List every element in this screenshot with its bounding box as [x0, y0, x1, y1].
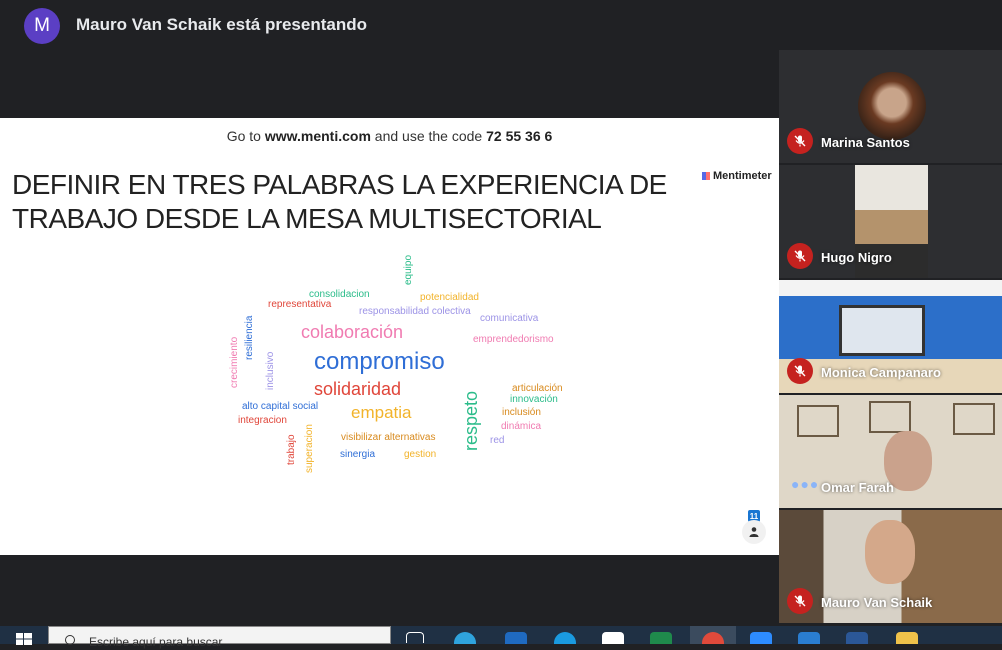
word-cloud-word: potencialidad — [420, 292, 479, 303]
windows-start-icon[interactable] — [16, 632, 32, 645]
word-cloud-word: empatia — [351, 403, 412, 422]
word-cloud-word: sinergia — [340, 449, 376, 460]
word-cloud-word: colaboración — [301, 322, 404, 342]
person-icon — [742, 520, 766, 544]
store-icon[interactable] — [505, 632, 527, 644]
word-cloud-word: representativa — [268, 299, 332, 310]
word-cloud-word: equipo — [403, 254, 414, 285]
word-cloud-word: resiliencia — [244, 315, 255, 360]
mic-off-icon — [787, 358, 813, 384]
word-cloud-word: solidaridad — [314, 379, 402, 399]
participant-tile-hugo-nigro[interactable]: Hugo Nigro — [779, 165, 1002, 278]
speaking-indicator-icon: ●●● — [791, 476, 820, 492]
presenter-avatar[interactable]: M — [24, 8, 60, 44]
word-cloud-word: articulación — [512, 383, 563, 394]
presenting-banner: M Mauro Van Schaik está presentando — [0, 0, 1002, 50]
windows-taskbar: Escribe aquí para buscar — [0, 626, 1002, 649]
wall-frame — [869, 401, 911, 433]
dropbox-icon[interactable] — [602, 632, 624, 644]
mic-off-icon — [787, 588, 813, 614]
wall-frame — [953, 403, 995, 435]
zoom-icon[interactable] — [750, 632, 772, 644]
taskbar-search-box[interactable]: Escribe aquí para buscar — [48, 626, 391, 649]
menti-url: www.menti.com — [264, 128, 371, 144]
participant-tile-omar-farah[interactable]: ●●● Omar Farah — [779, 395, 1002, 508]
word-cloud-word: gestion — [404, 449, 437, 460]
edge-icon[interactable] — [454, 632, 476, 644]
skype-icon[interactable] — [554, 632, 576, 644]
photos-icon[interactable] — [798, 632, 820, 644]
participant-tile-mauro-van-schaik[interactable]: Mauro Van Schaik — [779, 510, 1002, 623]
participant-video — [865, 520, 915, 584]
word-cloud-word: red — [490, 435, 505, 446]
task-view-icon[interactable] — [406, 632, 424, 643]
presenting-label: Mauro Van Schaik está presentando — [76, 15, 367, 34]
participant-avatar — [858, 72, 926, 140]
word-cloud-word: comunicativa — [480, 313, 539, 324]
word-cloud-word: integracion — [238, 415, 287, 426]
word-cloud-word: respeto — [461, 390, 481, 451]
participant-panel: Marina Santos Hugo Nigro Monica Campanar… — [779, 50, 1002, 626]
wall-frame — [797, 405, 839, 437]
participant-name: Monica Campanaro — [821, 365, 941, 380]
word-cloud-word: visibilizar alternativas — [341, 432, 436, 443]
word-cloud-word: innovación — [510, 394, 558, 405]
mentimeter-logo: Mentimeter — [702, 170, 772, 182]
word-cloud-word: dinámica — [501, 421, 542, 432]
presentation-slide: Go to www.menti.com and use the code 72 … — [0, 118, 779, 555]
brand-name: Mentimeter — [713, 170, 772, 182]
word-cloud-word: superacion — [304, 424, 315, 473]
mic-off-icon — [787, 243, 813, 269]
word-cloud-word: alto capital social — [242, 401, 319, 412]
word-icon[interactable] — [846, 632, 868, 644]
participant-tile-marina-santos[interactable]: Marina Santos — [779, 50, 1002, 163]
word-cloud-word: crecimiento — [229, 336, 240, 388]
question-title: DEFINIR EN TRES PALABRAS LA EXPERIENCIA … — [12, 169, 667, 234]
file-explorer-icon[interactable] — [896, 632, 918, 644]
word-cloud-word: inclusión — [502, 407, 541, 418]
participant-name: Marina Santos — [821, 135, 910, 150]
instruction-pre: Go to — [226, 128, 261, 144]
mic-off-icon — [787, 128, 813, 154]
search-placeholder: Escribe aquí para buscar — [89, 635, 223, 649]
participant-video — [839, 305, 925, 356]
word-cloud-word: compromiso — [314, 348, 445, 375]
join-instructions: Go to www.menti.com and use the code 72 … — [0, 128, 779, 144]
instruction-mid: and use the code — [374, 128, 483, 144]
mentimeter-icon — [702, 172, 710, 180]
participant-name: Hugo Nigro — [821, 250, 892, 265]
word-cloud-word: responsabilidad colectiva — [359, 306, 471, 317]
excel-icon[interactable] — [650, 632, 672, 644]
participant-tile-monica-campanaro[interactable]: Monica Campanaro — [779, 280, 1002, 393]
participant-name: Omar Farah — [821, 480, 894, 495]
word-cloud-word: trabajo — [286, 434, 297, 465]
menti-code: 72 55 36 6 — [486, 128, 553, 144]
word-cloud-word: inclusivo — [265, 351, 276, 390]
participant-name: Mauro Van Schaik — [821, 595, 933, 610]
word-cloud-word: emprendedorismo — [473, 334, 554, 345]
